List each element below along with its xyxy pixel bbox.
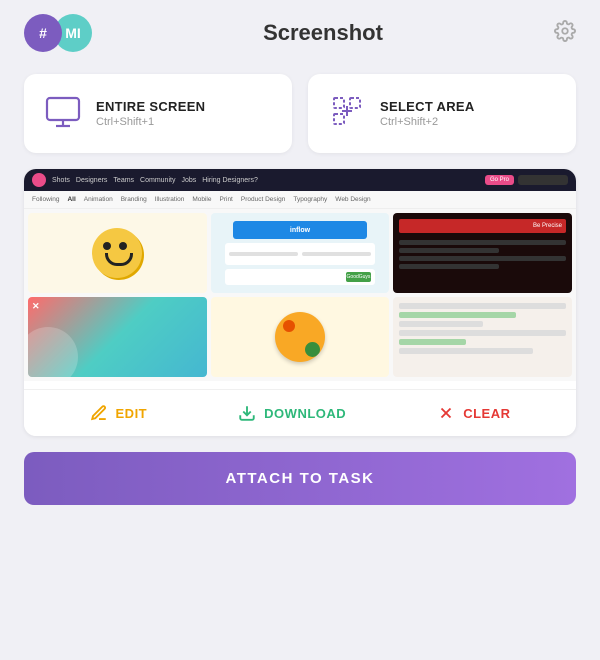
select-area-label: SELECT AREA Ctrl+Shift+2	[380, 99, 475, 128]
clear-button[interactable]: CLEAR	[437, 404, 510, 422]
mock-grid: inflow GoodGuys Be Precise	[24, 209, 576, 381]
mock-nav-designers: Designers	[76, 177, 108, 184]
mock-nav-links: Shots Designers Teams Community Jobs Hir…	[52, 177, 258, 184]
edit-button[interactable]: EDIT	[90, 404, 148, 422]
app-container: # MI Screenshot ENTIRE SC	[0, 0, 600, 660]
mock-thumb-close: ✕	[32, 301, 40, 312]
mock-thumb-5	[211, 297, 390, 377]
mock-following: Following	[32, 196, 59, 203]
mock-nav-jobs: Jobs	[181, 177, 196, 184]
mock-nav-community: Community	[140, 177, 175, 184]
avatar-group: # MI	[24, 14, 92, 52]
entire-screen-button[interactable]: ENTIRE SCREEN Ctrl+Shift+1	[24, 74, 292, 153]
food-graphic	[275, 312, 325, 362]
mock-thumb-6	[393, 297, 572, 377]
mock-logo	[32, 173, 46, 187]
mock-thumb-4: ✕	[28, 297, 207, 377]
mock-pro-btn: Go Pro	[485, 175, 514, 185]
preview-container: Shots Designers Teams Community Jobs Hir…	[24, 169, 576, 436]
mock-search	[518, 175, 568, 185]
mock-nav-teams: Teams	[113, 177, 134, 184]
screenshot-preview: Shots Designers Teams Community Jobs Hir…	[24, 169, 576, 389]
edit-icon	[90, 404, 108, 422]
download-icon	[238, 404, 256, 422]
page-title: Screenshot	[263, 20, 383, 46]
action-bar: EDIT DOWNLOAD CLEAR	[24, 389, 576, 436]
mock-nav-shots: Shots	[52, 177, 70, 184]
mock-thumb-1	[28, 213, 207, 293]
select-area-icon	[328, 92, 366, 135]
avatar-m-label: MI	[65, 25, 81, 41]
mock-nav-hiring: Hiring Designers?	[202, 177, 258, 184]
mock-navbar: Shots Designers Teams Community Jobs Hir…	[24, 169, 576, 191]
avatar-h[interactable]: #	[24, 14, 62, 52]
settings-icon[interactable]	[554, 20, 576, 47]
capture-options: ENTIRE SCREEN Ctrl+Shift+1 SELECT AREA C…	[24, 74, 576, 153]
mock-thumb-3: Be Precise	[393, 213, 572, 293]
mock-filters: Following All Animation Branding Illustr…	[24, 191, 576, 209]
monitor-icon	[44, 92, 82, 135]
mock-thumb-2: inflow GoodGuys	[211, 213, 390, 293]
header: # MI Screenshot	[0, 0, 600, 66]
attach-button[interactable]: ATTACH TO TASK	[24, 452, 576, 505]
select-area-button[interactable]: SELECT AREA Ctrl+Shift+2	[308, 74, 576, 153]
clear-icon	[437, 404, 455, 422]
entire-screen-label: ENTIRE SCREEN Ctrl+Shift+1	[96, 99, 205, 128]
smiley-graphic	[92, 228, 142, 278]
avatar-h-label: #	[39, 25, 47, 41]
mock-nav-right: Go Pro	[485, 175, 568, 185]
download-button[interactable]: DOWNLOAD	[238, 404, 346, 422]
mock-all: All	[67, 196, 75, 203]
